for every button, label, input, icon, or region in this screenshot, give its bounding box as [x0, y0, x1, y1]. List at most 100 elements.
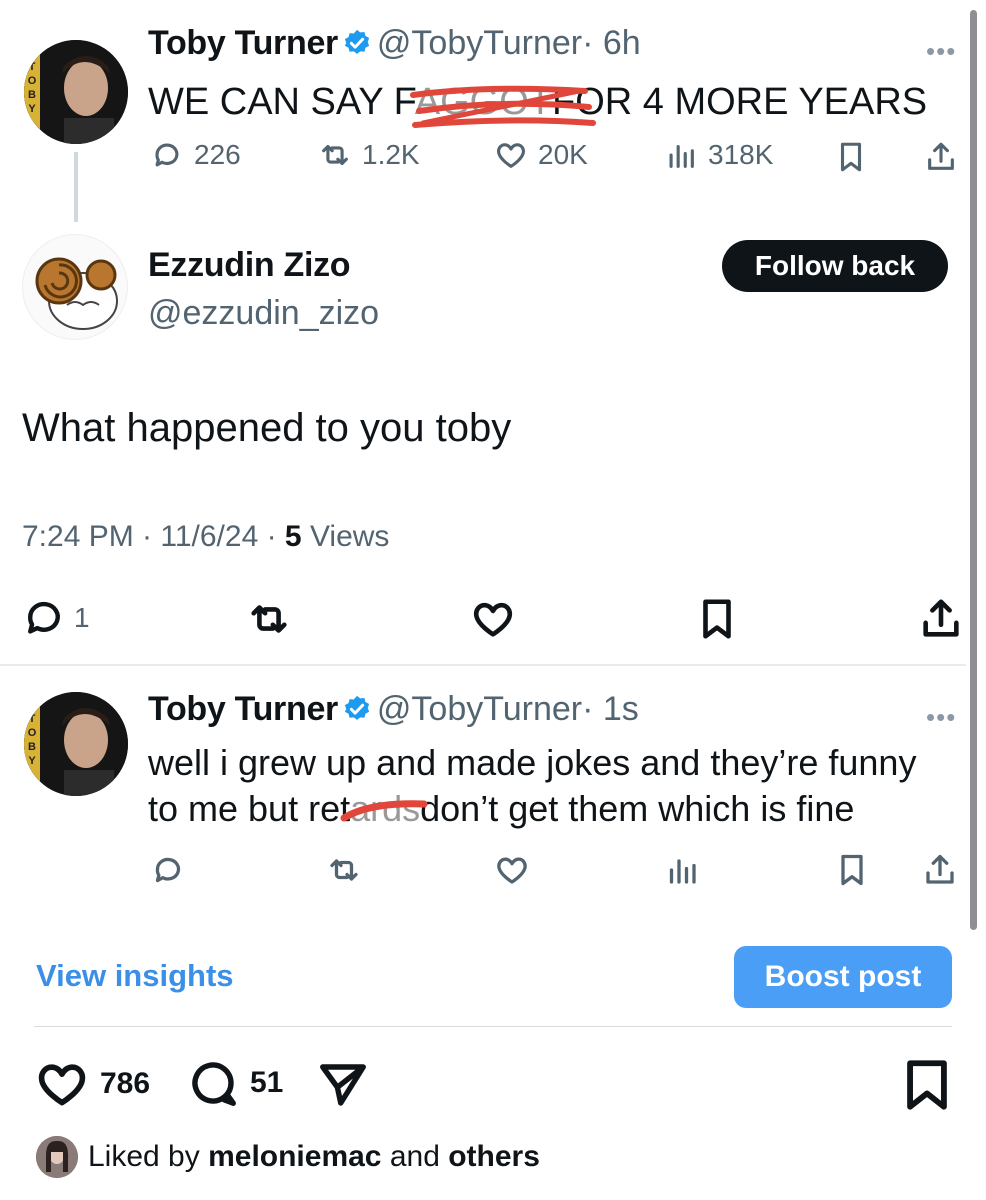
tweet-text-line: to me but retards don’t get them which is…	[148, 788, 855, 829]
share-icon	[923, 599, 959, 637]
retweet-icon	[251, 605, 287, 633]
tweet-text-part: FOR 4 MORE YEARS	[552, 81, 928, 123]
avatar-toby-turner[interactable]: T O B Y	[24, 40, 128, 144]
bookmark-button[interactable]	[694, 596, 740, 647]
tweet2-actions	[0, 852, 986, 896]
svg-text:T: T	[29, 61, 36, 73]
analytics-icon	[669, 144, 694, 168]
svg-text:O: O	[28, 75, 37, 87]
share-button[interactable]	[924, 140, 958, 179]
bookmark-button[interactable]	[834, 852, 870, 893]
redacted-word: AGGOT	[409, 81, 596, 128]
liked-by: Liked by meloniemac and others	[36, 1136, 540, 1178]
liker-avatar-icon	[36, 1136, 78, 1178]
view-count[interactable]: 318K	[664, 138, 773, 172]
liked-by-user[interactable]: meloniemac	[208, 1140, 381, 1173]
bookmark-icon	[840, 142, 862, 172]
instagram-like-button[interactable]: 786	[34, 1056, 150, 1112]
avatar-photo-icon: T O B Y	[24, 40, 128, 144]
liker-avatar[interactable]	[36, 1136, 78, 1178]
heart-icon	[38, 1064, 86, 1106]
comment-count: 51	[250, 1066, 284, 1099]
more-options-icon[interactable]: •••	[926, 702, 956, 733]
reply-button[interactable]	[150, 852, 186, 893]
bookmark-icon	[841, 854, 863, 886]
reply-icon	[155, 857, 181, 883]
reply-timestamp: 7:24 PM · 11/6/24 · 5 Views	[22, 520, 389, 554]
svg-text:O: O	[28, 727, 37, 739]
author-handle[interactable]: @TobyTurner	[377, 24, 582, 62]
author-name[interactable]: Toby Turner	[148, 690, 338, 728]
retweet-button[interactable]	[246, 596, 292, 647]
like-button[interactable]	[470, 596, 516, 647]
share-icon	[928, 142, 954, 170]
tweet-time: · 1s	[582, 690, 639, 728]
boost-post-button[interactable]: Boost post	[734, 946, 952, 1008]
reply-count[interactable]: 226	[150, 138, 241, 172]
timestamp-text: 7:24 PM · 11/6/24 ·	[22, 520, 285, 553]
send-icon	[320, 1064, 366, 1106]
view-insights-link[interactable]: View insights	[36, 958, 234, 994]
avatar-photo-icon: T O B Y	[24, 692, 128, 796]
avatar-toby-turner[interactable]: T O B Y	[24, 692, 128, 796]
ram-avatar-icon	[35, 257, 118, 330]
tweet-time: · 6h	[582, 24, 641, 62]
heart-icon	[497, 143, 525, 168]
tweet1-text: WE CAN SAY FAGGOT FOR 4 MORE YEARS	[148, 78, 928, 128]
tweet2-header: Toby Turner @TobyTurner· 1s	[148, 690, 639, 729]
svg-text:T: T	[29, 713, 36, 725]
retweet-icon	[330, 859, 358, 881]
reply-count: 1	[74, 602, 90, 633]
svg-text:B: B	[28, 741, 36, 753]
svg-text:B: B	[28, 89, 36, 101]
like-button[interactable]	[494, 852, 530, 893]
tweet-text-part: WE CAN SAY F	[148, 81, 415, 123]
divider	[34, 1026, 952, 1027]
scrollbar[interactable]	[970, 10, 977, 930]
verified-badge-icon	[345, 695, 370, 720]
heart-icon	[497, 857, 527, 884]
retweet-icon	[322, 144, 348, 166]
liked-by-mid: and	[381, 1140, 449, 1173]
retweet-button[interactable]	[326, 852, 362, 893]
share-button[interactable]	[918, 596, 964, 647]
redacted-word: ards	[340, 788, 428, 829]
reply-icon	[155, 143, 179, 167]
bookmark-button[interactable]	[834, 140, 868, 179]
svg-text:Y: Y	[28, 755, 36, 767]
author-handle[interactable]: @TobyTurner	[377, 690, 582, 728]
like-count[interactable]: 20K	[494, 138, 588, 172]
reply-text: What happened to you toby	[22, 406, 512, 450]
tweet1-header: Toby Turner @TobyTurner· 6h	[148, 24, 641, 63]
reply-author-handle[interactable]: @ezzudin_zizo	[148, 294, 379, 333]
author-name[interactable]: Toby Turner	[148, 24, 338, 62]
verified-badge-icon	[345, 29, 370, 54]
reply-icon	[28, 601, 60, 634]
share-button[interactable]	[922, 852, 958, 893]
divider	[0, 664, 966, 666]
reply-button[interactable]: 1	[22, 596, 90, 640]
liked-by-others[interactable]: others	[448, 1140, 540, 1173]
bookmark-icon	[703, 599, 731, 639]
svg-text:Y: Y	[28, 103, 36, 115]
views-label: Views	[301, 520, 390, 553]
avatar-ezzudin-zizo[interactable]	[22, 234, 128, 340]
views-count: 5	[284, 520, 302, 553]
thread-line	[74, 152, 78, 222]
follow-back-button[interactable]: Follow back	[722, 240, 948, 292]
instagram-save-button[interactable]	[898, 1056, 956, 1119]
share-icon	[926, 854, 954, 884]
tweet-text-line: well i grew up and made jokes and they’r…	[148, 742, 917, 783]
comment-icon	[192, 1062, 236, 1106]
instagram-share-button[interactable]	[316, 1058, 370, 1117]
more-options-icon[interactable]: •••	[926, 36, 956, 67]
reply-actions: 1	[0, 592, 986, 652]
heart-icon	[473, 602, 513, 637]
reply-author-name[interactable]: Ezzudin Zizo	[148, 246, 351, 285]
instagram-comment-button[interactable]: 51	[186, 1056, 283, 1110]
tweet2-text: well i grew up and made jokes and they’r…	[148, 740, 916, 832]
analytics-button[interactable]	[664, 852, 700, 893]
like-count: 786	[100, 1067, 151, 1100]
bookmark-icon	[907, 1060, 947, 1110]
retweet-count[interactable]: 1.2K	[318, 138, 420, 172]
